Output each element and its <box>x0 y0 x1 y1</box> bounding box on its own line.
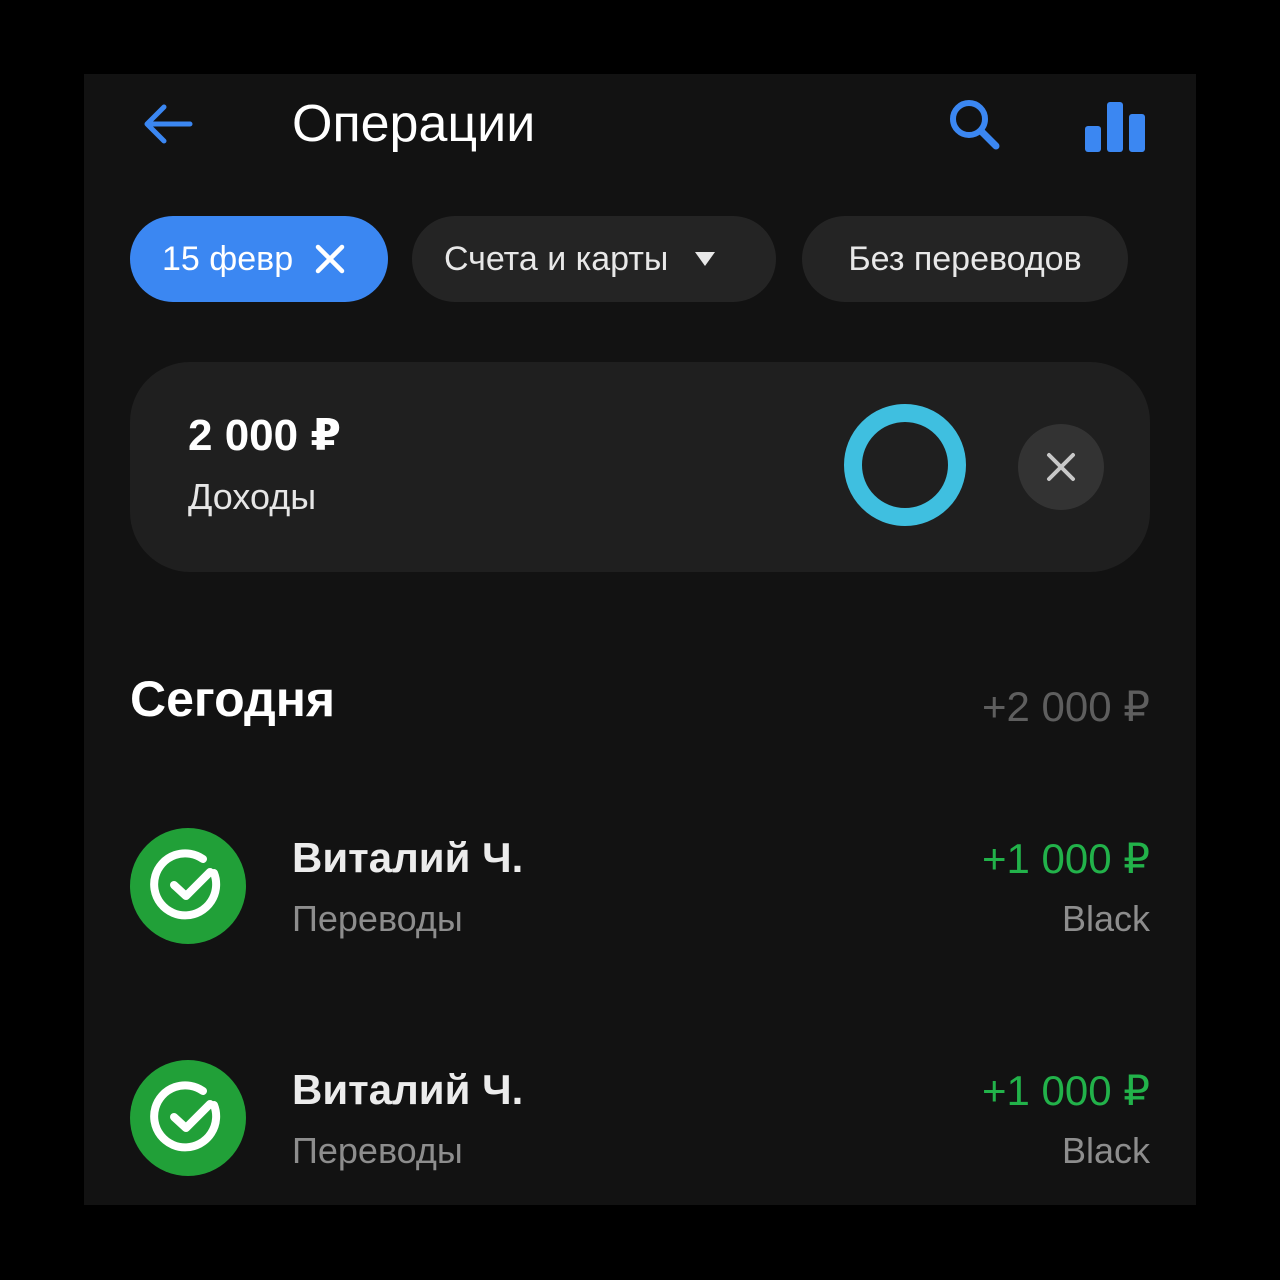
income-summary-card[interactable]: 2 000 ₽ Доходы <box>130 362 1150 572</box>
bar-chart-icon <box>1085 102 1145 152</box>
summary-amount: 2 000 ₽ <box>188 411 341 460</box>
income-donut-chart <box>844 404 966 526</box>
close-icon <box>1047 453 1075 481</box>
search-icon <box>950 100 1000 150</box>
operations-screen: Операции 15 февр Счета и карты Без перев… <box>84 74 1196 1205</box>
no-transfers-filter-label: Без переводов <box>848 239 1082 278</box>
summary-close-button[interactable] <box>1018 424 1104 510</box>
sber-check-icon <box>130 1060 246 1176</box>
back-button[interactable] <box>136 96 200 152</box>
accounts-filter-chip[interactable]: Счета и карты <box>412 216 776 302</box>
operation-name: Виталий Ч. <box>292 1066 524 1113</box>
operation-name: Виталий Ч. <box>292 834 524 881</box>
close-icon[interactable] <box>315 244 345 274</box>
section-total: +2 000 ₽ <box>981 683 1150 730</box>
operation-account: Black <box>1061 1130 1150 1171</box>
date-filter-chip[interactable]: 15 февр <box>130 216 388 302</box>
summary-label: Доходы <box>188 476 317 517</box>
arrow-left-icon <box>144 104 193 144</box>
accounts-filter-label: Счета и карты <box>444 239 669 278</box>
operation-account: Black <box>1061 898 1150 939</box>
no-transfers-filter-chip[interactable]: Без переводов <box>802 216 1128 302</box>
date-filter-label: 15 февр <box>162 239 294 278</box>
search-button[interactable] <box>942 94 1006 154</box>
page-title: Операции <box>292 95 536 153</box>
caret-down-icon <box>694 251 716 267</box>
operation-category: Переводы <box>292 898 463 939</box>
operation-amount: +1 000 ₽ <box>981 835 1150 882</box>
sber-check-icon <box>130 828 246 944</box>
operation-row[interactable]: Виталий Ч. Переводы +1 000 ₽ Black <box>130 1060 1150 1205</box>
operation-amount: +1 000 ₽ <box>981 1067 1150 1114</box>
operation-row[interactable]: Виталий Ч. Переводы +1 000 ₽ Black <box>130 828 1150 978</box>
section-title-today: Сегодня <box>130 671 336 727</box>
operation-category: Переводы <box>292 1130 463 1171</box>
statistics-button[interactable] <box>1080 96 1150 156</box>
